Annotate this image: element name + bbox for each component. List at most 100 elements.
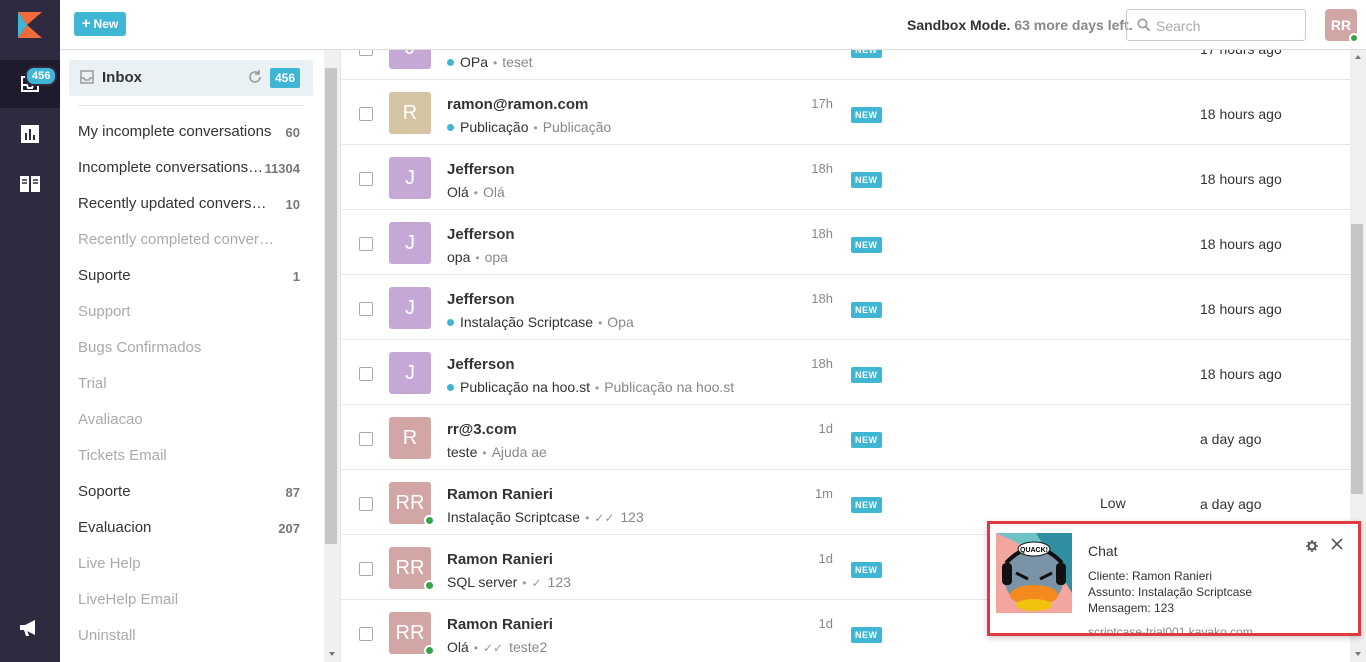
row-checkbox[interactable] [359, 237, 373, 251]
separator-dot: • [482, 446, 487, 460]
message-preview: teset [502, 54, 533, 70]
requester-name[interactable]: Jefferson [447, 161, 515, 178]
conversation-summary[interactable]: Olá • Olá [447, 184, 505, 200]
conversation-summary[interactable]: Publicação • Publicação [447, 119, 611, 135]
notification-title: Chat [1088, 543, 1118, 559]
row-checkbox[interactable] [359, 432, 373, 446]
conversation-row[interactable]: J Jefferson Instalação Scriptcase • Opa 18h NE… [341, 275, 1350, 340]
status-badge: NEW [851, 302, 882, 318]
conversation-summary[interactable]: Publicação na hoo.st • Publicação na hoo.s… [447, 379, 734, 395]
requester-name[interactable]: Jefferson [447, 291, 515, 308]
read-check-icon: ✓ [531, 576, 542, 590]
conversation-row[interactable]: Rramon@ramon.com Publicação • Publicação 17h… [341, 80, 1350, 145]
conversation-summary[interactable]: opa • opa [447, 249, 508, 265]
sidebar-view-item[interactable]: LiveHelp Email [78, 591, 300, 611]
sidebar-view-item[interactable]: Incomplete conversations… 11304 [78, 159, 300, 179]
requester-avatar: J [389, 352, 431, 394]
refresh-icon[interactable] [247, 69, 263, 85]
sidebar-view-item[interactable]: Live Help [78, 555, 300, 575]
conversation-age: 18h [811, 356, 833, 371]
kayako-logo[interactable] [18, 12, 42, 38]
row-checkbox[interactable] [359, 172, 373, 186]
separator-dot: • [473, 641, 478, 655]
scroll-up-icon[interactable] [1350, 51, 1366, 63]
view-label: Suporte [78, 267, 131, 284]
search-icon [1137, 18, 1151, 32]
conversation-age: 1m [814, 486, 833, 501]
sidebar-item-inbox[interactable]: Inbox 456 [69, 60, 313, 96]
conversation-subject: OPa [460, 54, 489, 70]
avatar-initials: R [402, 426, 418, 449]
message-preview: Ajuda ae [491, 444, 547, 460]
message-preview: Olá [483, 184, 505, 200]
status-dot [447, 319, 454, 326]
row-checkbox[interactable] [359, 497, 373, 511]
requester-avatar: R [389, 417, 431, 459]
scroll-down-icon[interactable] [1350, 648, 1366, 660]
view-label: Incomplete conversations… [78, 159, 264, 176]
status-dot [447, 59, 454, 66]
updated-time: a day ago [1200, 431, 1262, 447]
rail-helpcenter-button[interactable] [0, 160, 60, 208]
sidebar-view-item[interactable]: Bugs Confirmados [78, 339, 300, 359]
row-checkbox[interactable] [359, 627, 373, 641]
sidebar-view-item[interactable]: Support [78, 303, 300, 323]
gear-icon[interactable] [1306, 540, 1318, 552]
row-checkbox[interactable] [359, 107, 373, 121]
requester-name[interactable]: Ramon Ranieri [447, 486, 553, 503]
sidebar-scrollbar-thumb[interactable] [325, 68, 337, 544]
requester-name[interactable]: Ramon Ranieri [447, 616, 553, 633]
search-input[interactable]: Search [1126, 9, 1306, 41]
conversation-row[interactable]: J Jefferson opa • opa 18h NEW 18 hours ago [341, 210, 1350, 275]
conversation-summary[interactable]: Instalação Scriptcase • ✓✓ 123 [447, 509, 644, 525]
close-icon[interactable] [1331, 538, 1343, 550]
conversation-summary[interactable]: Olá • ✓✓ teste2 [447, 639, 547, 655]
conversation-row[interactable]: J Jefferson Publicação na hoo.st • Publicaçã… [341, 340, 1350, 405]
views-sidebar: Inbox 456 My incomplete conversations 60 I… [60, 50, 324, 662]
new-button[interactable]: + New [74, 12, 126, 36]
sidebar-view-item[interactable]: Evaluacion 207 [78, 519, 300, 539]
separator-dot: • [475, 251, 480, 265]
list-scrollbar-thumb[interactable] [1351, 224, 1363, 494]
sidebar-view-item[interactable]: Recently completed conversations [78, 231, 300, 251]
sidebar-view-item[interactable]: Suporte 1 [78, 267, 300, 287]
row-checkbox[interactable] [359, 562, 373, 576]
online-dot [424, 645, 435, 656]
view-count: 87 [285, 485, 300, 500]
conversation-row[interactable]: J Jefferson Olá • Olá 18h NEW 18 hours ago [341, 145, 1350, 210]
avatar-initials: RR [395, 491, 425, 514]
view-label: Trial [78, 375, 107, 392]
sidebar-view-item[interactable]: Uninstall [78, 627, 300, 647]
view-label: Support [78, 303, 131, 320]
conversation-row[interactable]: J OPa • teset NEW 17 hours ago [341, 50, 1350, 80]
requester-name[interactable]: Jefferson [447, 356, 515, 373]
view-label: Live Help [78, 555, 141, 572]
separator-dot: • [585, 511, 590, 525]
sidebar-view-item[interactable]: Recently updated conversati… 10 [78, 195, 300, 215]
conversation-summary[interactable]: OPa • teset [447, 54, 533, 70]
inbox-tray-icon [80, 70, 94, 84]
requester-name[interactable]: Jefferson [447, 226, 515, 243]
conversation-summary[interactable]: SQL server • ✓ 123 [447, 574, 571, 590]
requester-name[interactable]: rr@3.com [447, 421, 517, 438]
sidebar-view-item[interactable]: Soporte 87 [78, 483, 300, 503]
sidebar-view-item[interactable]: My incomplete conversations 60 [78, 123, 300, 143]
conversation-summary[interactable]: Instalação Scriptcase • Opa [447, 314, 634, 330]
rail-insights-button[interactable] [0, 110, 60, 158]
conversation-summary[interactable]: teste • Ajuda ae [447, 444, 547, 460]
row-checkbox[interactable] [359, 367, 373, 381]
avatar-initials: J [405, 50, 415, 60]
sidebar-scroll-down-icon[interactable] [324, 648, 340, 660]
sidebar-view-item[interactable]: Trial [78, 375, 300, 395]
row-checkbox[interactable] [359, 302, 373, 316]
requester-name[interactable]: ramon@ramon.com [447, 96, 588, 113]
updated-time: 18 hours ago [1200, 236, 1282, 252]
sidebar-view-item[interactable]: Tickets Email [78, 447, 300, 467]
requester-name[interactable]: Ramon Ranieri [447, 551, 553, 568]
chat-notification[interactable]: QUACK! Chat Cliente: Ramon Ranieri Assun… [987, 521, 1361, 636]
message-preview: opa [484, 249, 508, 265]
row-checkbox[interactable] [359, 50, 373, 56]
conversation-row[interactable]: Rrr@3.com teste • Ajuda ae 1d NEW a day ago [341, 405, 1350, 470]
sidebar-view-item[interactable]: Avaliacao [78, 411, 300, 431]
rail-announcements-button[interactable] [0, 604, 60, 652]
